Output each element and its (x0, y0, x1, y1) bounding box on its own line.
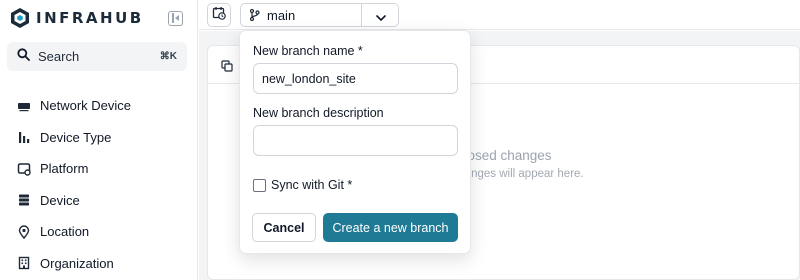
branch-divider (361, 4, 362, 26)
git-branch-icon (249, 9, 260, 21)
location-pin-icon (17, 225, 31, 239)
sidebar-item-location[interactable]: Location (0, 216, 198, 248)
brand-name: INFRAHUB (36, 9, 144, 27)
sidebar-item-device[interactable]: Device (0, 185, 198, 217)
search-icon (17, 47, 30, 66)
building-icon (17, 256, 31, 270)
calendar-button[interactable] (207, 3, 231, 27)
sidebar-item-device-type[interactable]: Device Type (0, 122, 198, 154)
sidebar: INFRAHUB Search ⌘K Network Device Device… (0, 0, 198, 280)
sidebar-collapse-icon[interactable] (168, 11, 183, 26)
sidebar-item-label: Device Type (40, 129, 112, 145)
sidebar-item-organization[interactable]: Organization (0, 248, 198, 280)
server-icon (17, 193, 31, 207)
copy-icon (221, 59, 233, 77)
sidebar-item-label: Location (40, 224, 90, 240)
sync-with-git-row[interactable]: Sync with Git * (253, 178, 352, 192)
branch-name-label: New branch name * (253, 44, 363, 58)
network-device-icon (17, 99, 31, 113)
platform-icon (17, 162, 31, 176)
create-branch-button[interactable]: Create a new branch (323, 213, 458, 242)
cancel-button[interactable]: Cancel (252, 213, 316, 242)
infrahub-logo-icon (10, 7, 30, 29)
calendar-clock-icon (212, 6, 226, 25)
branch-description-label: New branch description (253, 106, 384, 120)
create-branch-popover: New branch name * New branch description… (239, 30, 471, 254)
sidebar-item-network-device[interactable]: Network Device (0, 90, 198, 122)
chevron-down-icon[interactable] (375, 10, 387, 28)
sidebar-item-label: Network Device (40, 98, 132, 114)
branch-name-input[interactable] (253, 63, 458, 94)
sidebar-item-platform[interactable]: Platform (0, 153, 198, 185)
branch-selector[interactable]: main (240, 3, 399, 27)
branch-name: main (267, 7, 296, 23)
sync-with-git-checkbox[interactable] (253, 178, 266, 192)
top-bar: main (199, 0, 800, 30)
sidebar-nav: Network Device Device Type Platform Devi… (0, 90, 198, 279)
search-label: Search (38, 49, 80, 64)
branch-description-input[interactable] (253, 125, 458, 156)
brand-logo[interactable]: INFRAHUB (10, 6, 144, 30)
search-shortcut: ⌘K (159, 51, 177, 62)
sync-with-git-label: Sync with Git * (271, 178, 353, 192)
search-button[interactable]: Search ⌘K (7, 42, 187, 71)
bar-chart-icon (17, 130, 31, 144)
sidebar-item-label: Organization (40, 255, 114, 271)
sidebar-item-label: Device (40, 192, 80, 208)
sidebar-item-label: Platform (40, 161, 89, 177)
